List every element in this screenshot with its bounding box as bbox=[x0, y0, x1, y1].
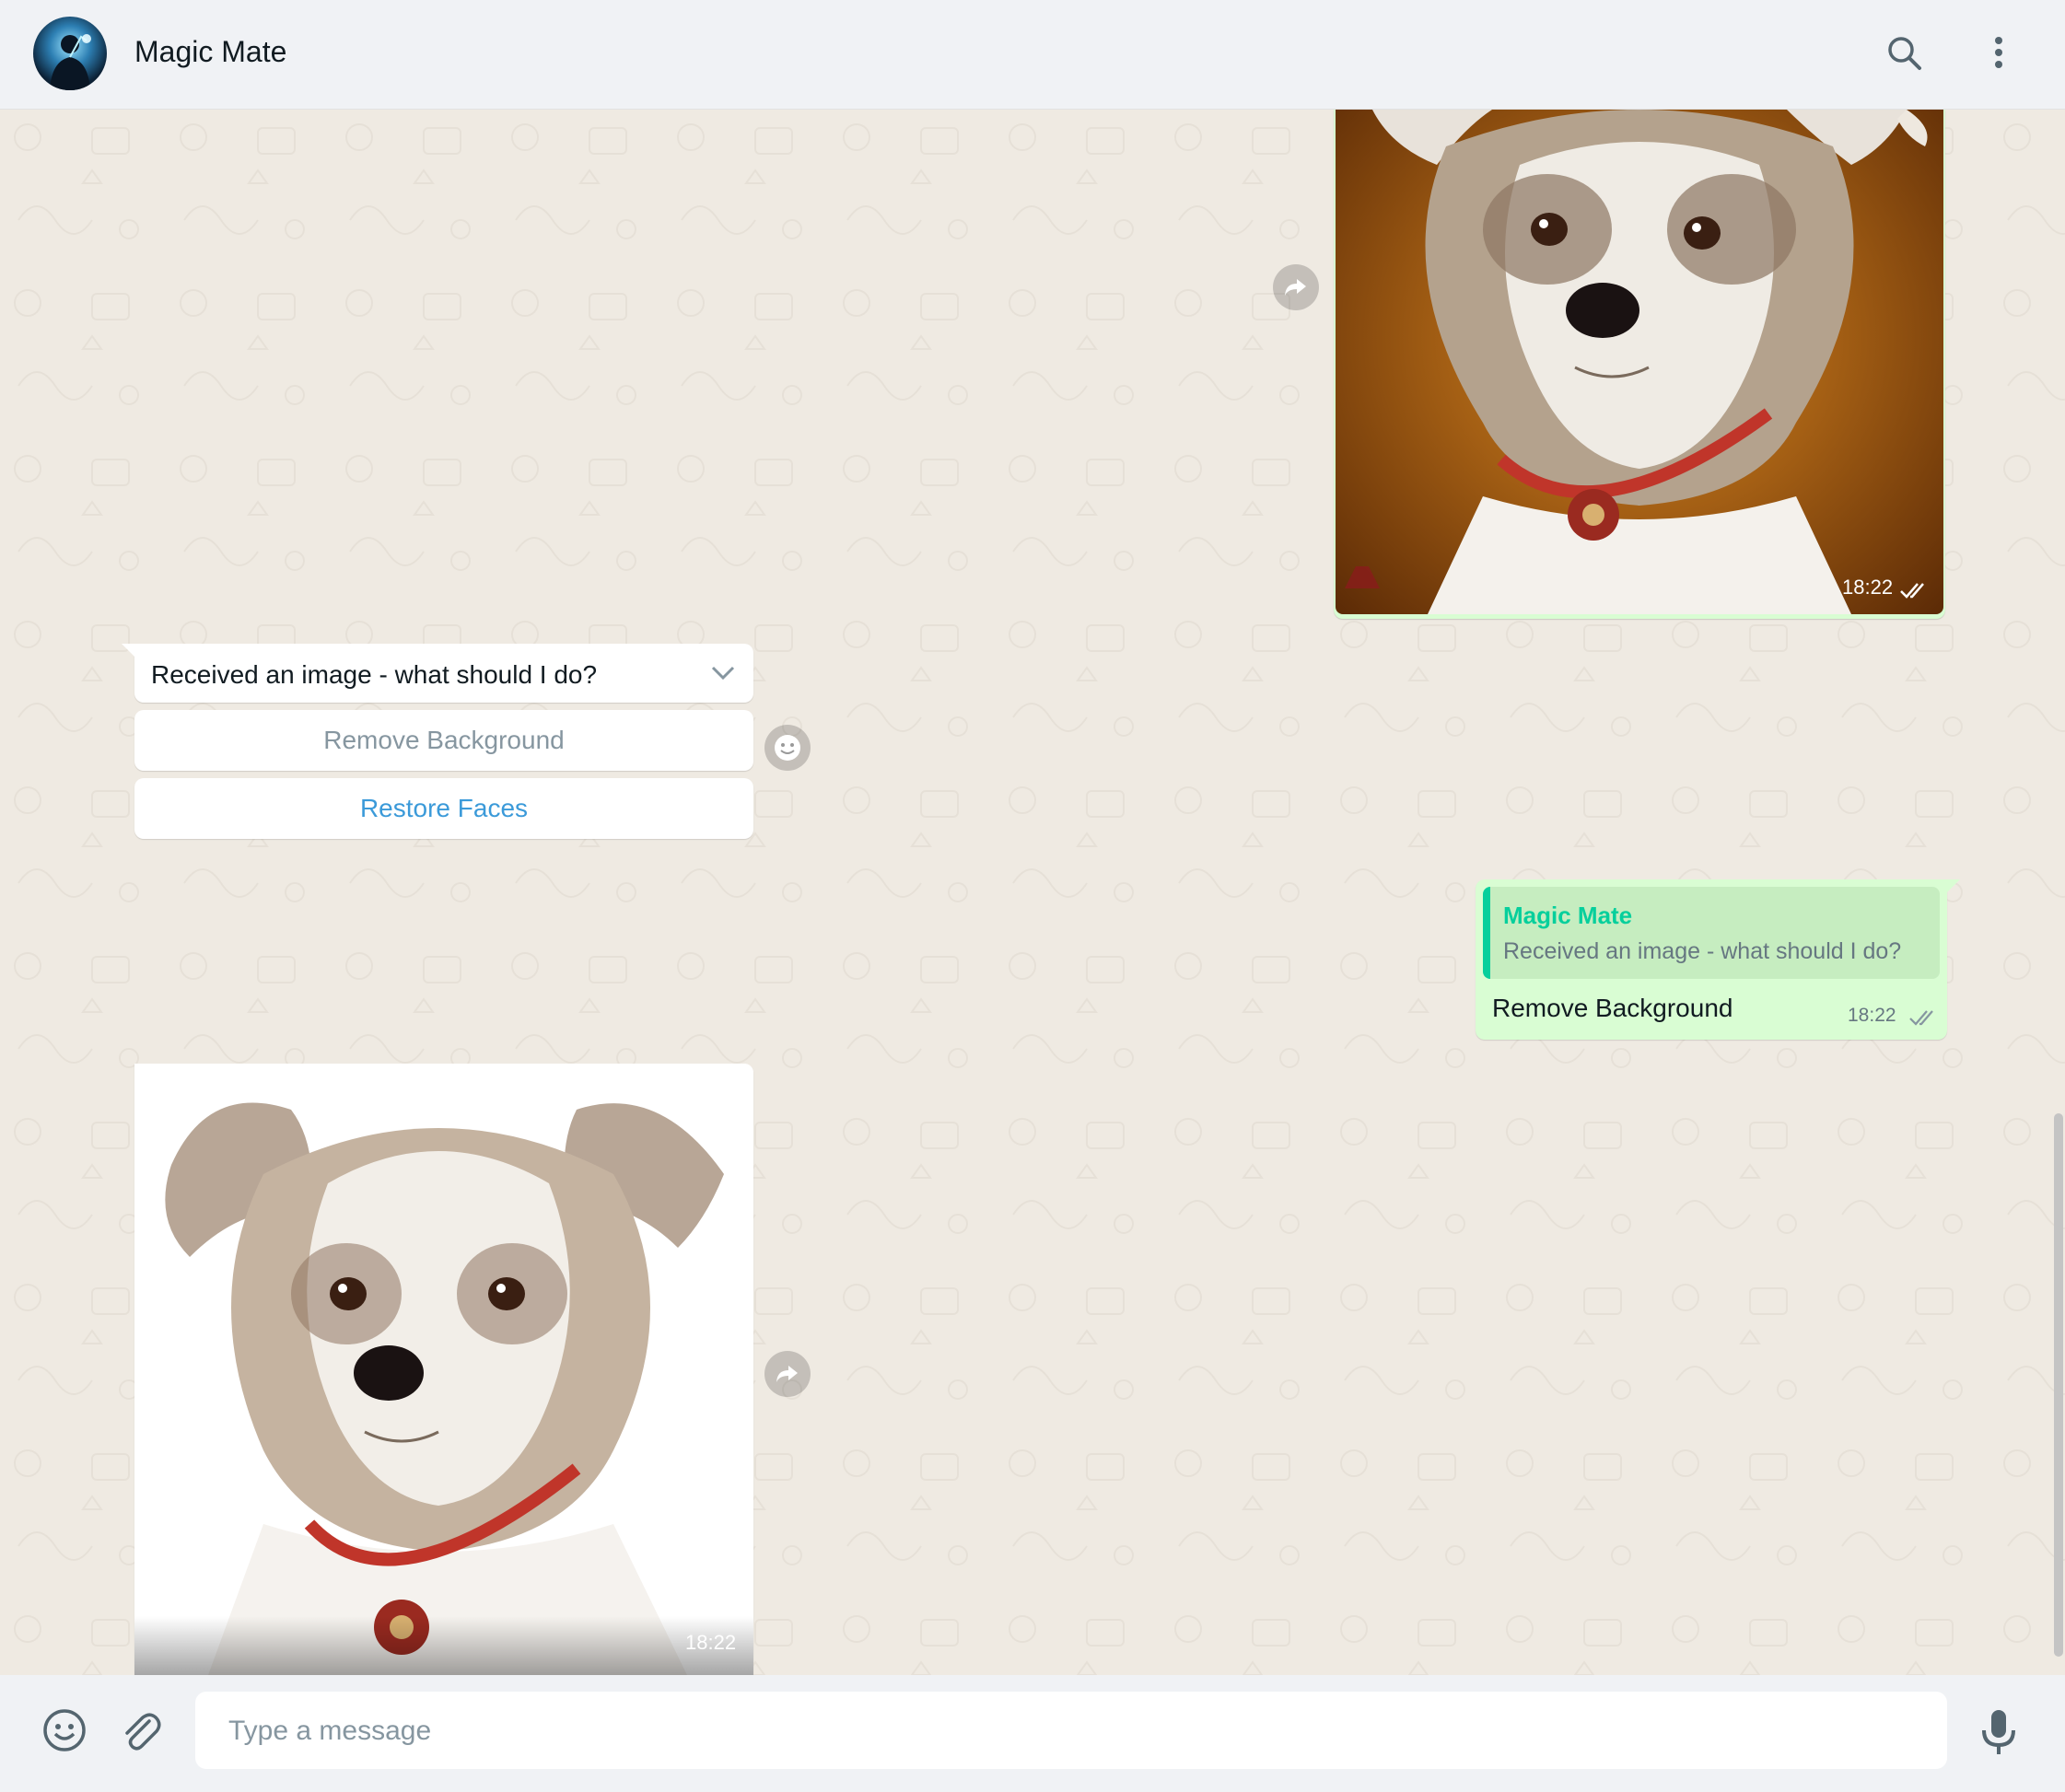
quoted-message[interactable]: Magic Mate Received an image - what shou… bbox=[1483, 887, 1940, 979]
forward-icon[interactable] bbox=[764, 1351, 811, 1397]
dog-no-background-image[interactable] bbox=[134, 1064, 753, 1675]
quoted-text: Received an image - what should I do? bbox=[1503, 938, 1902, 964]
quick-reply-restore-faces[interactable]: Restore Faces bbox=[134, 778, 753, 839]
message-input[interactable] bbox=[227, 1692, 1925, 1771]
message-time: 18:22 bbox=[1848, 1005, 1896, 1026]
message-input-wrapper bbox=[195, 1692, 1947, 1771]
message-composer bbox=[0, 1675, 2065, 1792]
more-vertical-icon[interactable] bbox=[1978, 33, 2019, 74]
emoji-icon[interactable] bbox=[41, 1706, 88, 1754]
chat-scrollbar[interactable] bbox=[2054, 1113, 2063, 1657]
wizard-avatar-icon bbox=[50, 34, 91, 90]
reply-text: Remove Background bbox=[1492, 994, 1733, 1022]
bubble-tail bbox=[122, 644, 134, 657]
outgoing-image-message[interactable]: 18:22 bbox=[1334, 110, 1945, 619]
message-time: 18:22 bbox=[1842, 576, 1894, 599]
forward-icon[interactable] bbox=[1273, 264, 1319, 310]
incoming-image-message[interactable]: 18:22 bbox=[134, 1064, 753, 1675]
react-emoji-icon[interactable] bbox=[764, 725, 811, 771]
prompt-text: Received an image - what should I do? bbox=[151, 660, 598, 689]
quote-accent-bar bbox=[1483, 887, 1490, 979]
bubble-tail bbox=[1947, 879, 1960, 892]
contact-name[interactable]: Magic Mate bbox=[134, 35, 286, 69]
chat-area[interactable]: 18:22 Received an image - what should I … bbox=[0, 110, 2065, 1675]
chat-header: Magic Mate bbox=[0, 0, 2065, 110]
double-check-icon bbox=[1900, 583, 1924, 599]
microphone-icon[interactable] bbox=[1978, 1706, 2019, 1758]
double-check-icon bbox=[1909, 1010, 1933, 1026]
quick-reply-remove-background[interactable]: Remove Background bbox=[134, 710, 753, 771]
paperclip-icon[interactable] bbox=[116, 1706, 164, 1754]
outgoing-reply-message[interactable]: Magic Mate Received an image - what shou… bbox=[1476, 879, 1960, 1040]
search-icon[interactable] bbox=[1884, 33, 1925, 74]
contact-avatar[interactable] bbox=[33, 17, 107, 90]
chevron-down-icon[interactable] bbox=[709, 662, 737, 684]
quoted-author: Magic Mate bbox=[1503, 902, 1633, 929]
message-time: 18:22 bbox=[685, 1631, 737, 1654]
dog-portrait-image[interactable] bbox=[1336, 110, 1943, 614]
incoming-prompt-message[interactable]: Received an image - what should I do? bbox=[122, 644, 753, 703]
